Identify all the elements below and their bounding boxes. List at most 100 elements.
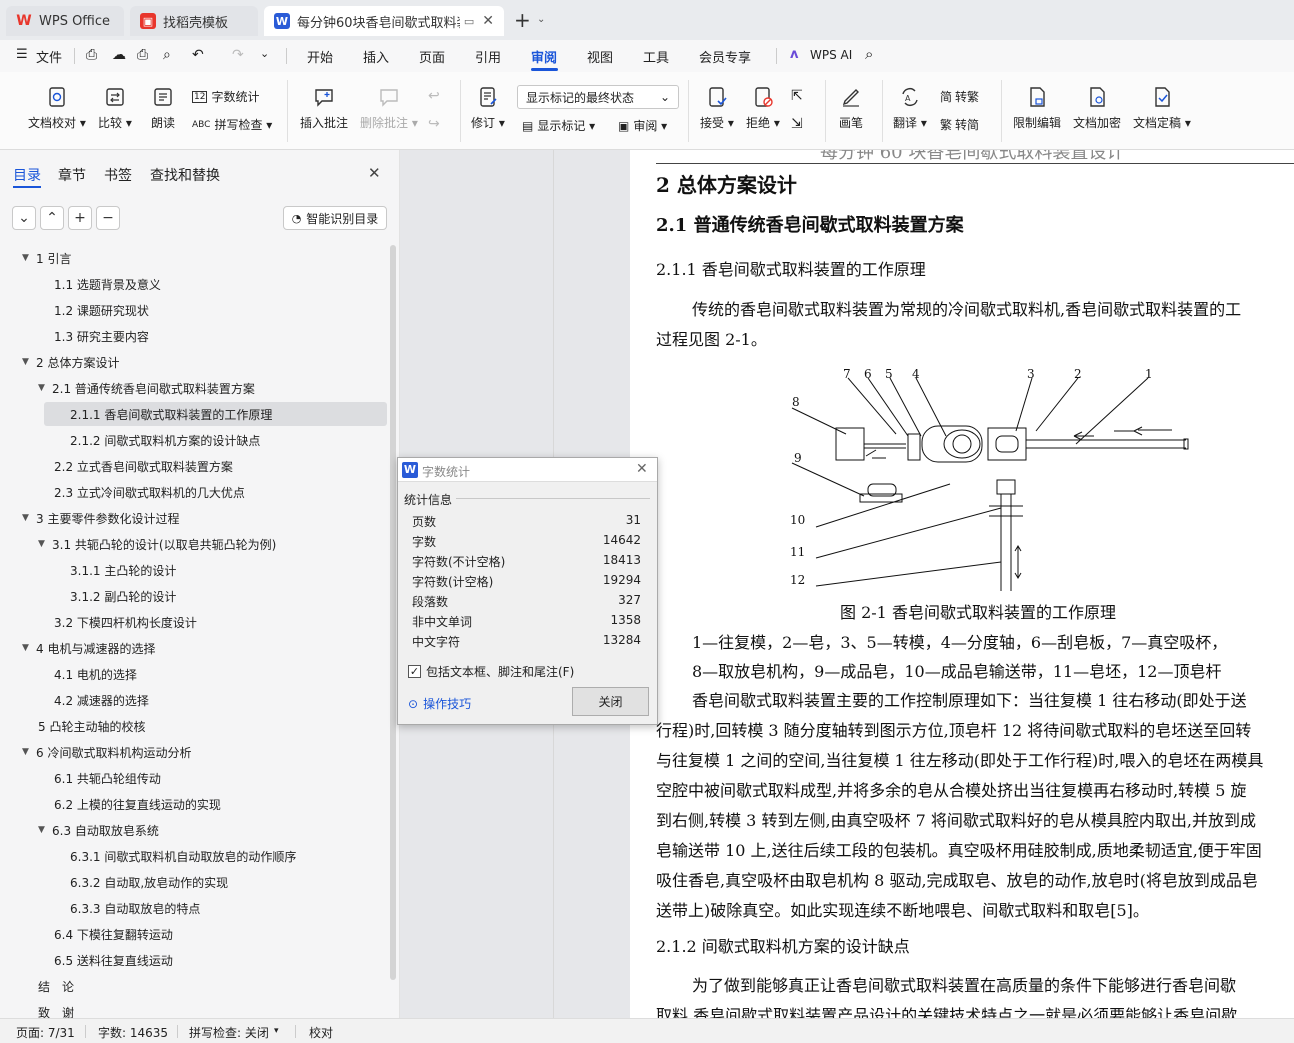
toc-item[interactable]: ▼ 3 主要零件参数化设计过程 <box>22 506 179 530</box>
menu-view[interactable]: 视图 <box>587 47 613 66</box>
redo-icon[interactable]: ↷ <box>232 47 244 63</box>
prev-comment-icon[interactable]: ↩ <box>428 88 440 104</box>
insert-comment-button[interactable]: 插入批注 <box>300 84 348 131</box>
toc-item[interactable]: 6.1 共轭凸轮组传动 <box>38 766 161 790</box>
toc-item[interactable]: 结 论 <box>22 974 74 998</box>
menu-reference[interactable]: 引用 <box>475 47 501 66</box>
toc-item[interactable]: 6.3.1 间歇式取料机自动取放皂的动作顺序 <box>54 844 296 868</box>
toc-item[interactable]: 2.1.2 间歇式取料机方案的设计缺点 <box>54 428 260 452</box>
tips-link[interactable]: ⊙ 操作技巧 <box>408 695 471 712</box>
chevron-down-icon[interactable]: ▾ <box>274 1026 279 1036</box>
status-spell-check[interactable]: 拼写检查: 关闭 <box>189 1024 269 1041</box>
expand-arrow-icon[interactable]: ▼ <box>22 513 36 523</box>
print-icon[interactable]: ⎙ <box>137 47 148 63</box>
add-heading-icon[interactable]: + <box>68 206 92 230</box>
status-page[interactable]: 页面: 7/31 <box>16 1024 75 1041</box>
tab-wps-office[interactable]: W WPS Office <box>6 6 124 36</box>
undo-icon[interactable]: ↶ <box>192 47 204 63</box>
collapse-down-icon[interactable]: ⌄ <box>12 206 36 230</box>
tab-toc[interactable]: 目录 <box>13 165 41 185</box>
toc-item[interactable]: 3.1.1 主凸轮的设计 <box>54 558 176 582</box>
tab-template[interactable]: ▣ 找稻壳模板 <box>130 6 258 36</box>
menu-insert[interactable]: 插入 <box>363 47 389 66</box>
toc-item[interactable]: 1.3 研究主要内容 <box>38 324 149 348</box>
toc-item[interactable]: ▼ 3.1 共轭凸轮的设计(以取皂共轭凸轮为例) <box>38 532 276 556</box>
compare-button[interactable]: 比较 ▾ <box>98 84 132 131</box>
show-markup-button[interactable]: ▤ 显示标记 ▾ <box>522 117 595 134</box>
toc-item[interactable]: ▼ 6 冷间歇式取料机构运动分析 <box>22 740 191 764</box>
status-word-count[interactable]: 字数: 14635 <box>98 1024 168 1041</box>
expand-arrow-icon[interactable]: ▼ <box>38 825 52 835</box>
new-tab-icon[interactable]: + <box>514 8 531 32</box>
toc-item[interactable]: ▼ 6.3 自动取放皂系统 <box>38 818 159 842</box>
accept-button[interactable]: 接受 ▾ <box>700 84 734 131</box>
tab-find-replace[interactable]: 查找和替换 <box>150 165 220 185</box>
expand-arrow-icon[interactable]: ▼ <box>38 383 52 393</box>
hamburger-icon[interactable]: ☰ <box>16 47 28 62</box>
to-simplified-button[interactable]: 繁 转简 <box>940 116 979 133</box>
status-proofread[interactable]: 校对 <box>309 1024 333 1041</box>
print-preview-icon[interactable]: ⌕ <box>163 47 171 63</box>
include-textbox-checkbox[interactable]: ✓ 包括文本框、脚注和尾注(F) <box>408 663 574 680</box>
menu-member[interactable]: 会员专享 <box>699 47 751 66</box>
menu-start[interactable]: 开始 <box>307 47 333 66</box>
to-traditional-button[interactable]: 简 转繁 <box>940 88 979 105</box>
pen-button[interactable]: 画笔 <box>838 84 864 131</box>
expand-arrow-icon[interactable]: ▼ <box>22 253 36 263</box>
collapse-up-icon[interactable]: ⌃ <box>40 206 64 230</box>
toc-item[interactable]: 6.2 上模的往复直线运动的实现 <box>38 792 221 816</box>
next-change-icon[interactable]: ⇲ <box>791 116 803 132</box>
close-panel-icon[interactable]: ✕ <box>368 164 381 182</box>
menu-wps-ai[interactable]: WPS AI <box>810 48 852 62</box>
smart-toc-button[interactable]: ◔ 智能识别目录 <box>283 206 387 230</box>
toc-item[interactable]: 6.3.2 自动取,放皂动作的实现 <box>54 870 228 894</box>
toc-item[interactable]: 1.2 课题研究现状 <box>38 298 149 322</box>
review-pane-button[interactable]: ▣ 审阅 ▾ <box>618 117 667 134</box>
toc-item[interactable]: 6.5 送料往复直线运动 <box>38 948 173 972</box>
restrict-edit-button[interactable]: 限制编辑 <box>1013 84 1061 131</box>
toc-item[interactable]: ▼ 2 总体方案设计 <box>22 350 119 374</box>
toc-item[interactable]: ▼ 1 引言 <box>22 246 71 270</box>
toc-item[interactable]: 2.1.1 香皂间歇式取料装置的工作原理 <box>44 402 387 426</box>
markup-select[interactable]: 显示标记的最终状态 ⌄ <box>517 85 679 109</box>
next-comment-icon[interactable]: ↪ <box>428 116 440 132</box>
translate-button[interactable]: A 翻译 ▾ <box>893 84 927 131</box>
delete-comment-button[interactable]: 删除批注 ▾ <box>360 84 418 131</box>
toc-item[interactable]: 3.2 下模四杆机构长度设计 <box>38 610 197 634</box>
spell-check-button[interactable]: ABC 拼写检查 ▾ <box>192 116 272 133</box>
toc-item[interactable]: 2.2 立式香皂间歇式取料装置方案 <box>38 454 233 478</box>
expand-arrow-icon[interactable]: ▼ <box>22 747 36 757</box>
tab-chapter[interactable]: 章节 <box>58 165 86 185</box>
menu-review[interactable]: 审阅 <box>531 47 557 66</box>
toc-item[interactable]: ▼ 2.1 普通传统香皂间歇式取料装置方案 <box>38 376 255 400</box>
screen-icon[interactable]: ▭ <box>464 15 474 28</box>
more-chevron-icon[interactable]: ⌄ <box>260 47 269 60</box>
remove-heading-icon[interactable]: − <box>96 206 120 230</box>
toc-item[interactable]: 4.1 电机的选择 <box>38 662 137 686</box>
proofread-button[interactable]: 文档校对 ▾ <box>28 84 86 131</box>
toc-item[interactable]: 3.1.2 副凸轮的设计 <box>54 584 176 608</box>
close-tab-icon[interactable]: ✕ <box>482 13 494 29</box>
cloud-icon[interactable]: ☁ <box>112 47 126 63</box>
chevron-down-icon[interactable]: ⌄ <box>537 14 545 25</box>
prev-change-icon[interactable]: ⇱ <box>791 88 803 104</box>
dialog-titlebar[interactable]: W 字数统计 ✕ <box>398 458 657 482</box>
toc-item[interactable]: 4.2 减速器的选择 <box>38 688 149 712</box>
toc-item[interactable]: ▼ 4 电机与减速器的选择 <box>22 636 155 660</box>
toc-item[interactable]: 6.4 下模往复翻转运动 <box>38 922 173 946</box>
menu-page[interactable]: 页面 <box>419 47 445 66</box>
dialog-close-icon[interactable]: ✕ <box>636 461 648 477</box>
panel-scrollbar[interactable] <box>390 245 396 980</box>
reject-button[interactable]: 拒绝 ▾ <box>746 84 780 131</box>
expand-arrow-icon[interactable]: ▼ <box>22 357 36 367</box>
toc-item[interactable]: 5 凸轮主动轴的校核 <box>22 714 145 738</box>
search-icon[interactable]: ⌕ <box>865 45 873 63</box>
document-page[interactable]: 每分钟 60 块香皂间歇式取料装置设计 2 总体方案设计 2.1 普通传统香皂间… <box>630 150 1294 1018</box>
toc-item[interactable]: 6.3.3 自动取放皂的特点 <box>54 896 200 920</box>
toc-item[interactable]: 1.1 选题背景及意义 <box>38 272 161 296</box>
save-icon[interactable]: ⎙ <box>86 47 97 63</box>
word-count-button[interactable]: 12 字数统计 <box>192 88 259 105</box>
expand-arrow-icon[interactable]: ▼ <box>22 643 36 653</box>
toc-item[interactable]: 2.3 立式冷间歇式取料机的几大优点 <box>38 480 245 504</box>
tab-document[interactable]: W 每分钟60块香皂间歇式取料装 ▭ ✕ <box>264 6 504 36</box>
